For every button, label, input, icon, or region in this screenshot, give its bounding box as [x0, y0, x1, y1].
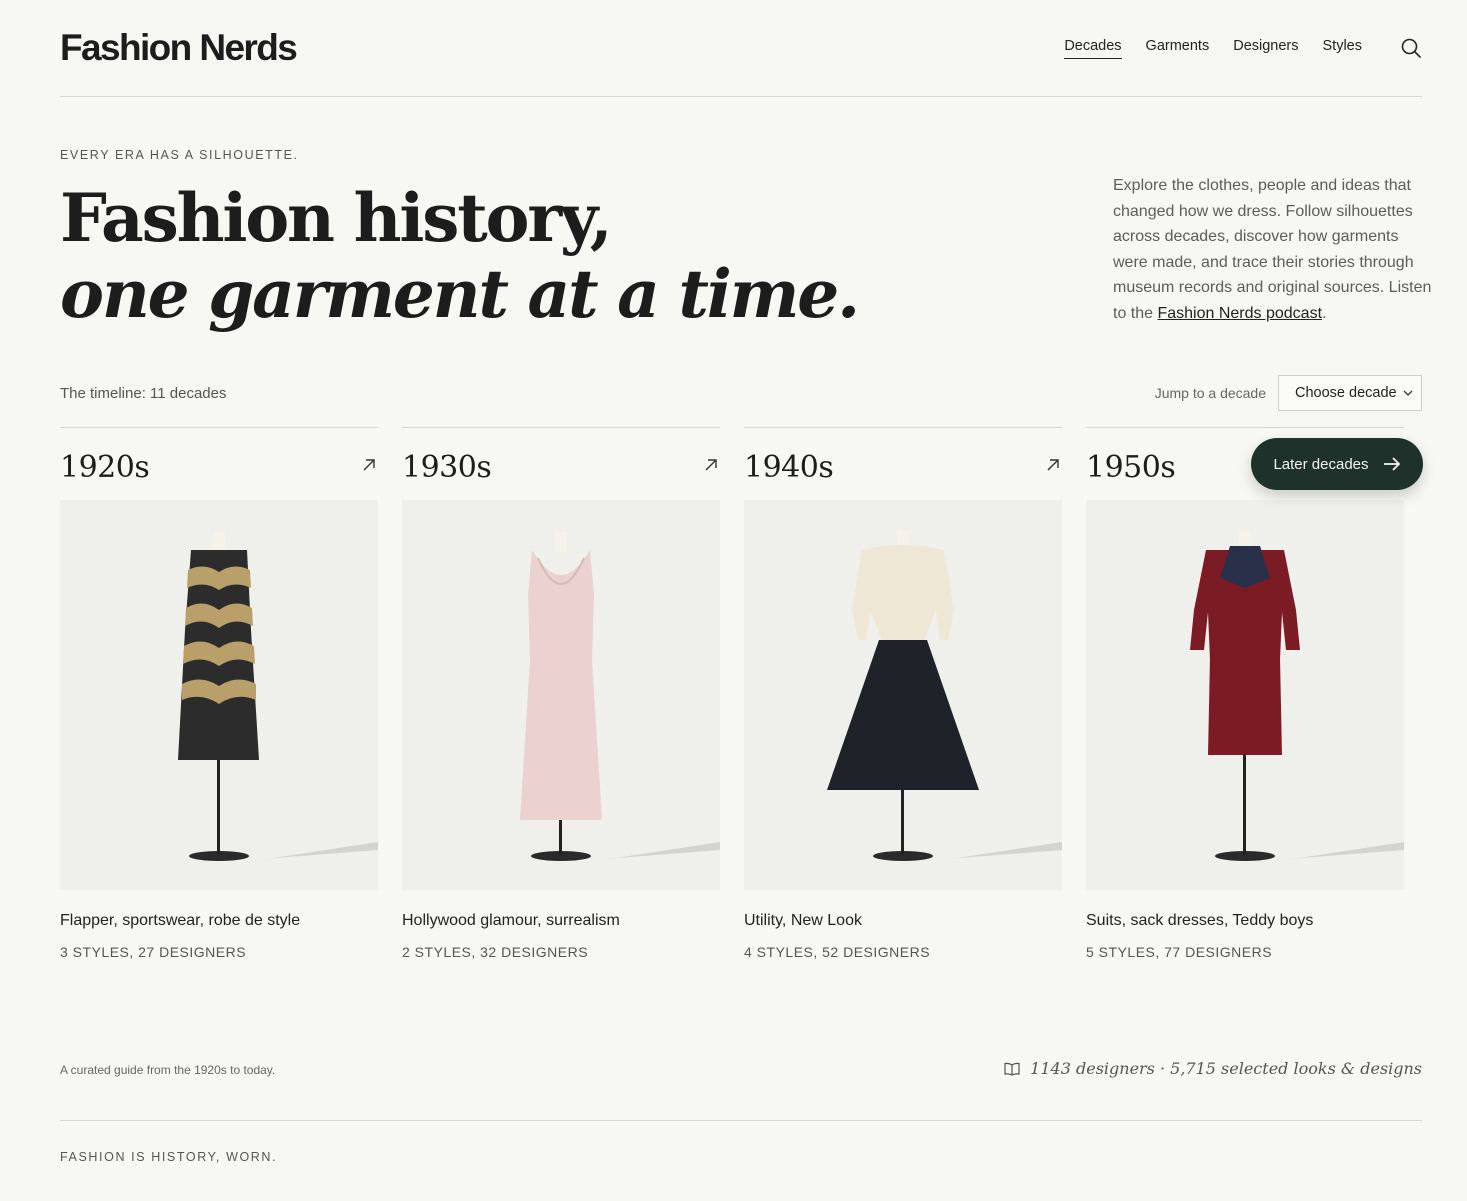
decade-card-1920s[interactable]: 1920s Flapper, sportswear, robe de style… — [60, 427, 378, 960]
decade-meta: 4 STYLES, 52 DESIGNERS — [744, 944, 931, 960]
decade-description: Suits, sack dresses, Teddy boys — [1086, 912, 1314, 929]
timeline-label: The timeline: 11 decades — [60, 385, 227, 402]
decade-title: 1940s — [744, 450, 834, 485]
garment-image — [60, 500, 378, 890]
hero-intro: Explore the clothes, people and ideas th… — [1113, 173, 1433, 327]
headline-line-1: Fashion history, — [60, 179, 613, 257]
decade-card-1940s[interactable]: 1940s Utility, New Look 4 STYLES, 52 DES… — [744, 427, 1062, 960]
site-header: Fashion Nerds Decades Garments Designers… — [60, 0, 1422, 97]
garment-image — [744, 500, 1062, 890]
garment-image — [402, 500, 720, 890]
nav-decades[interactable]: Decades — [1064, 38, 1122, 59]
chevron-down-icon — [1403, 387, 1413, 399]
podcast-link[interactable]: Fashion Nerds podcast — [1157, 305, 1322, 322]
jump-label: Jump to a decade — [1154, 385, 1266, 401]
footer-stats: 1143 designers · 5,715 selected looks & … — [1004, 1059, 1422, 1078]
book-icon — [1004, 1062, 1020, 1076]
decade-card-1950s[interactable]: 1950s Suits, sack dresses, Teddy boys 5 … — [1086, 427, 1404, 960]
decade-card-1930s[interactable]: 1930s Hollywood glamour, surrealism 2 ST… — [402, 427, 720, 960]
hero-eyebrow: EVERY ERA HAS A SILHOUETTE. — [60, 148, 299, 162]
decade-meta: 3 STYLES, 27 DESIGNERS — [60, 944, 247, 960]
decade-select-value: Choose decade — [1295, 385, 1397, 401]
arrow-right-icon — [1383, 457, 1400, 471]
footer-note: A curated guide from the 1920s to today. — [60, 1063, 276, 1077]
decade-cards: 1920s Flapper, sportswear, robe de style… — [60, 427, 1423, 960]
garment-image — [1086, 500, 1404, 890]
headline-line-2: one garment at a time. — [60, 255, 860, 333]
nav-designers[interactable]: Designers — [1233, 38, 1298, 58]
later-decades-label: Later decades — [1273, 455, 1369, 473]
nav-garments[interactable]: Garments — [1146, 38, 1210, 58]
site-logo[interactable]: Fashion Nerds — [60, 27, 298, 69]
decade-title: 1920s — [60, 450, 150, 485]
footer-stats-text: 1143 designers · 5,715 selected looks & … — [1030, 1059, 1422, 1078]
decade-description: Utility, New Look — [744, 912, 862, 929]
decade-description: Flapper, sportswear, robe de style — [60, 912, 301, 929]
footer-divider — [60, 1120, 1422, 1121]
main-nav: Decades Garments Designers Styles — [1064, 37, 1422, 59]
arrow-up-right-icon — [363, 459, 375, 471]
intro-text: Explore the clothes, people and ideas th… — [1113, 177, 1432, 322]
arrow-up-right-icon — [1047, 459, 1059, 471]
intro-end: . — [1322, 304, 1327, 322]
later-decades-button[interactable]: Later decades — [1251, 438, 1423, 490]
footer-tagline: FASHION IS HISTORY, WORN. — [60, 1150, 278, 1164]
search-icon[interactable] — [1400, 37, 1422, 59]
decade-description: Hollywood glamour, surrealism — [402, 912, 620, 929]
jump-to-decade: Jump to a decade Choose decade — [1155, 375, 1422, 411]
decade-meta: 2 STYLES, 32 DESIGNERS — [402, 944, 589, 960]
decade-select[interactable]: Choose decade — [1278, 375, 1422, 411]
hero-headline: Fashion history, one garment at a time. — [60, 179, 860, 333]
decade-title: 1930s — [402, 450, 492, 485]
nav-styles[interactable]: Styles — [1323, 38, 1363, 58]
decade-meta: 5 STYLES, 77 DESIGNERS — [1086, 944, 1273, 960]
arrow-up-right-icon — [705, 459, 717, 471]
